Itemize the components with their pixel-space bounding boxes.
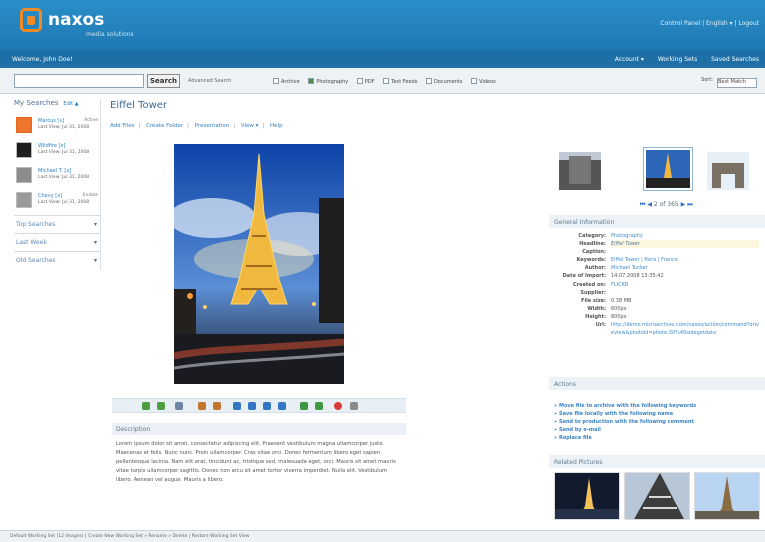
previous-thumbnail[interactable] <box>559 152 601 190</box>
rotate-left-icon[interactable] <box>300 402 308 410</box>
content-actions: Add Files | Create Folder | Presentation | … <box>110 123 283 129</box>
actions-list: » Move file to archive with the followin… <box>554 402 696 442</box>
eiffel-tower-night-photo <box>174 144 344 384</box>
create-folder-link[interactable]: Create Folder <box>146 123 183 129</box>
zoom-in-icon[interactable] <box>198 402 206 410</box>
filter-pdf[interactable]: PDF <box>356 78 375 85</box>
search-input[interactable] <box>14 74 144 88</box>
old-searches-section[interactable]: Old Searches ▾ <box>14 251 100 269</box>
dropdown-arrow-icon: ▾ <box>93 221 97 228</box>
page-title: Eiffel Tower <box>110 100 168 111</box>
related-picture[interactable] <box>624 472 690 520</box>
edit-searches-button[interactable]: Edit ▲ <box>63 101 78 107</box>
filter-archive[interactable]: Archive <box>273 78 300 85</box>
move-file-action[interactable]: » Move file to archive with the followin… <box>554 402 696 410</box>
description-title: Description <box>112 423 406 435</box>
main-photo[interactable] <box>174 144 344 384</box>
saved-searches-link[interactable]: Saved Searches <box>711 56 759 63</box>
save-file-action[interactable]: » Save file locally with the following n… <box>554 410 696 418</box>
replace-file-action[interactable]: » Replace file <box>554 434 696 442</box>
send-production-action[interactable]: » Send to production with the following … <box>554 418 696 426</box>
fullscreen-icon[interactable] <box>157 402 165 410</box>
fit-icon[interactable] <box>142 402 150 410</box>
saved-search-item[interactable]: Marcus [x] Last View: Jul 31, 2008 Activ… <box>14 115 100 138</box>
selected-thumbnail[interactable] <box>643 147 693 191</box>
previous-page-icon[interactable]: ◀ <box>647 201 652 208</box>
search-thumbnail <box>16 117 32 133</box>
actions-title: Actions <box>549 377 765 390</box>
saved-search-item[interactable]: Wildfire [x] Last View: Jul 31, 2008 <box>14 140 100 163</box>
sort-select[interactable]: Best Match <box>717 78 757 88</box>
filter-documents[interactable]: Documents <box>425 78 462 85</box>
add-files-link[interactable]: Add Files <box>110 123 134 129</box>
working-sets-link[interactable]: Working Sets <box>658 56 697 63</box>
print-icon[interactable] <box>350 402 358 410</box>
general-information-title: General Information <box>549 215 765 228</box>
user-links: Account ▾ Working Sets Saved Searches <box>603 56 759 63</box>
top-links[interactable]: Control Panel | English ▾ | Logout <box>660 20 759 27</box>
saved-search-item[interactable]: Michael T. [x] Last View: Jul 31, 2008 <box>14 165 100 188</box>
search-button[interactable]: Search <box>147 74 180 88</box>
search-thumbnail <box>16 142 32 158</box>
last-page-icon[interactable]: ⏭ <box>687 201 692 208</box>
advanced-search-link[interactable]: Advanced Search <box>188 78 231 84</box>
next-thumbnail[interactable] <box>707 152 749 190</box>
rotate-right-icon[interactable] <box>315 402 323 410</box>
my-searches-title: My Searches Edit ▲ <box>14 99 79 107</box>
delete-icon[interactable] <box>334 402 342 410</box>
sort-control[interactable]: Sort: Best Match <box>701 77 757 88</box>
next-page-icon[interactable]: ▶ <box>681 201 686 208</box>
account-menu[interactable]: Account ▾ <box>615 56 644 63</box>
filter-videos[interactable]: Videos <box>471 78 496 85</box>
first-icon[interactable] <box>233 402 241 410</box>
general-information-table: Category: Photography Headline: Eiffel Tow… <box>562 233 759 337</box>
image-toolbar <box>112 398 406 413</box>
related-picture[interactable] <box>694 472 760 520</box>
search-thumbnail <box>16 167 32 183</box>
working-set-actions[interactable]: Default Working Set (12 Images) | Create… <box>10 534 249 539</box>
saved-search-item[interactable]: Chevy [x] Last View: Jul 31, 2008 Enable <box>14 190 100 213</box>
my-searches-panel: My Searches Edit ▲ Marcus [x] Last View: … <box>14 99 101 270</box>
presentation-link[interactable]: Presentation <box>195 123 230 129</box>
gallery-icon[interactable] <box>175 402 183 410</box>
user-bar: Welcome, John Doe! Account ▾ Working Set… <box>0 50 765 68</box>
top-searches-section[interactable]: Top Searches ▾ <box>14 215 100 233</box>
search-thumbnail <box>16 192 32 208</box>
first-page-icon[interactable]: ⏮ <box>640 201 645 208</box>
previous-icon[interactable] <box>248 402 256 410</box>
next-icon[interactable] <box>263 402 271 410</box>
related-pictures-title: Related Pictures <box>549 455 765 468</box>
zoom-out-icon[interactable] <box>213 402 221 410</box>
last-week-section[interactable]: Last Week ▾ <box>14 233 100 251</box>
image-pager: ⏮ ◀ 2 of 365 ▶ ⏭ <box>640 201 693 208</box>
last-icon[interactable] <box>278 402 286 410</box>
related-picture[interactable] <box>554 472 620 520</box>
brand-name: naxos <box>48 10 105 30</box>
image-details-panel: ⏮ ◀ 2 of 365 ▶ ⏭ General Information Cat… <box>549 142 765 525</box>
working-set-bar: Default Working Set (12 Images) | Create… <box>0 530 765 542</box>
header-bar: naxos media solutions Control Panel | En… <box>0 0 765 50</box>
search-bar: Search Advanced Search Archive Photograp… <box>0 68 765 94</box>
help-link[interactable]: Help <box>270 123 283 129</box>
description-text: Lorem ipsum dolor sit amet, consectetur … <box>116 441 396 483</box>
filter-photography[interactable]: Photography <box>308 78 348 85</box>
thumbnail-strip <box>559 146 759 194</box>
view-menu[interactable]: View ▾ <box>241 123 259 129</box>
dropdown-arrow-icon: ▾ <box>93 257 97 264</box>
filter-text-feeds[interactable]: Text Feeds <box>383 78 417 85</box>
welcome-message: Welcome, John Doe! <box>12 56 73 63</box>
dropdown-arrow-icon: ▾ <box>93 239 97 246</box>
send-email-action[interactable]: » Send by e-mail <box>554 426 696 434</box>
brand-subtitle: media solutions <box>86 31 134 38</box>
naxos-logo <box>20 8 42 32</box>
content-type-filters: Archive Photography PDF Text Feeds Docum… <box>273 78 503 85</box>
